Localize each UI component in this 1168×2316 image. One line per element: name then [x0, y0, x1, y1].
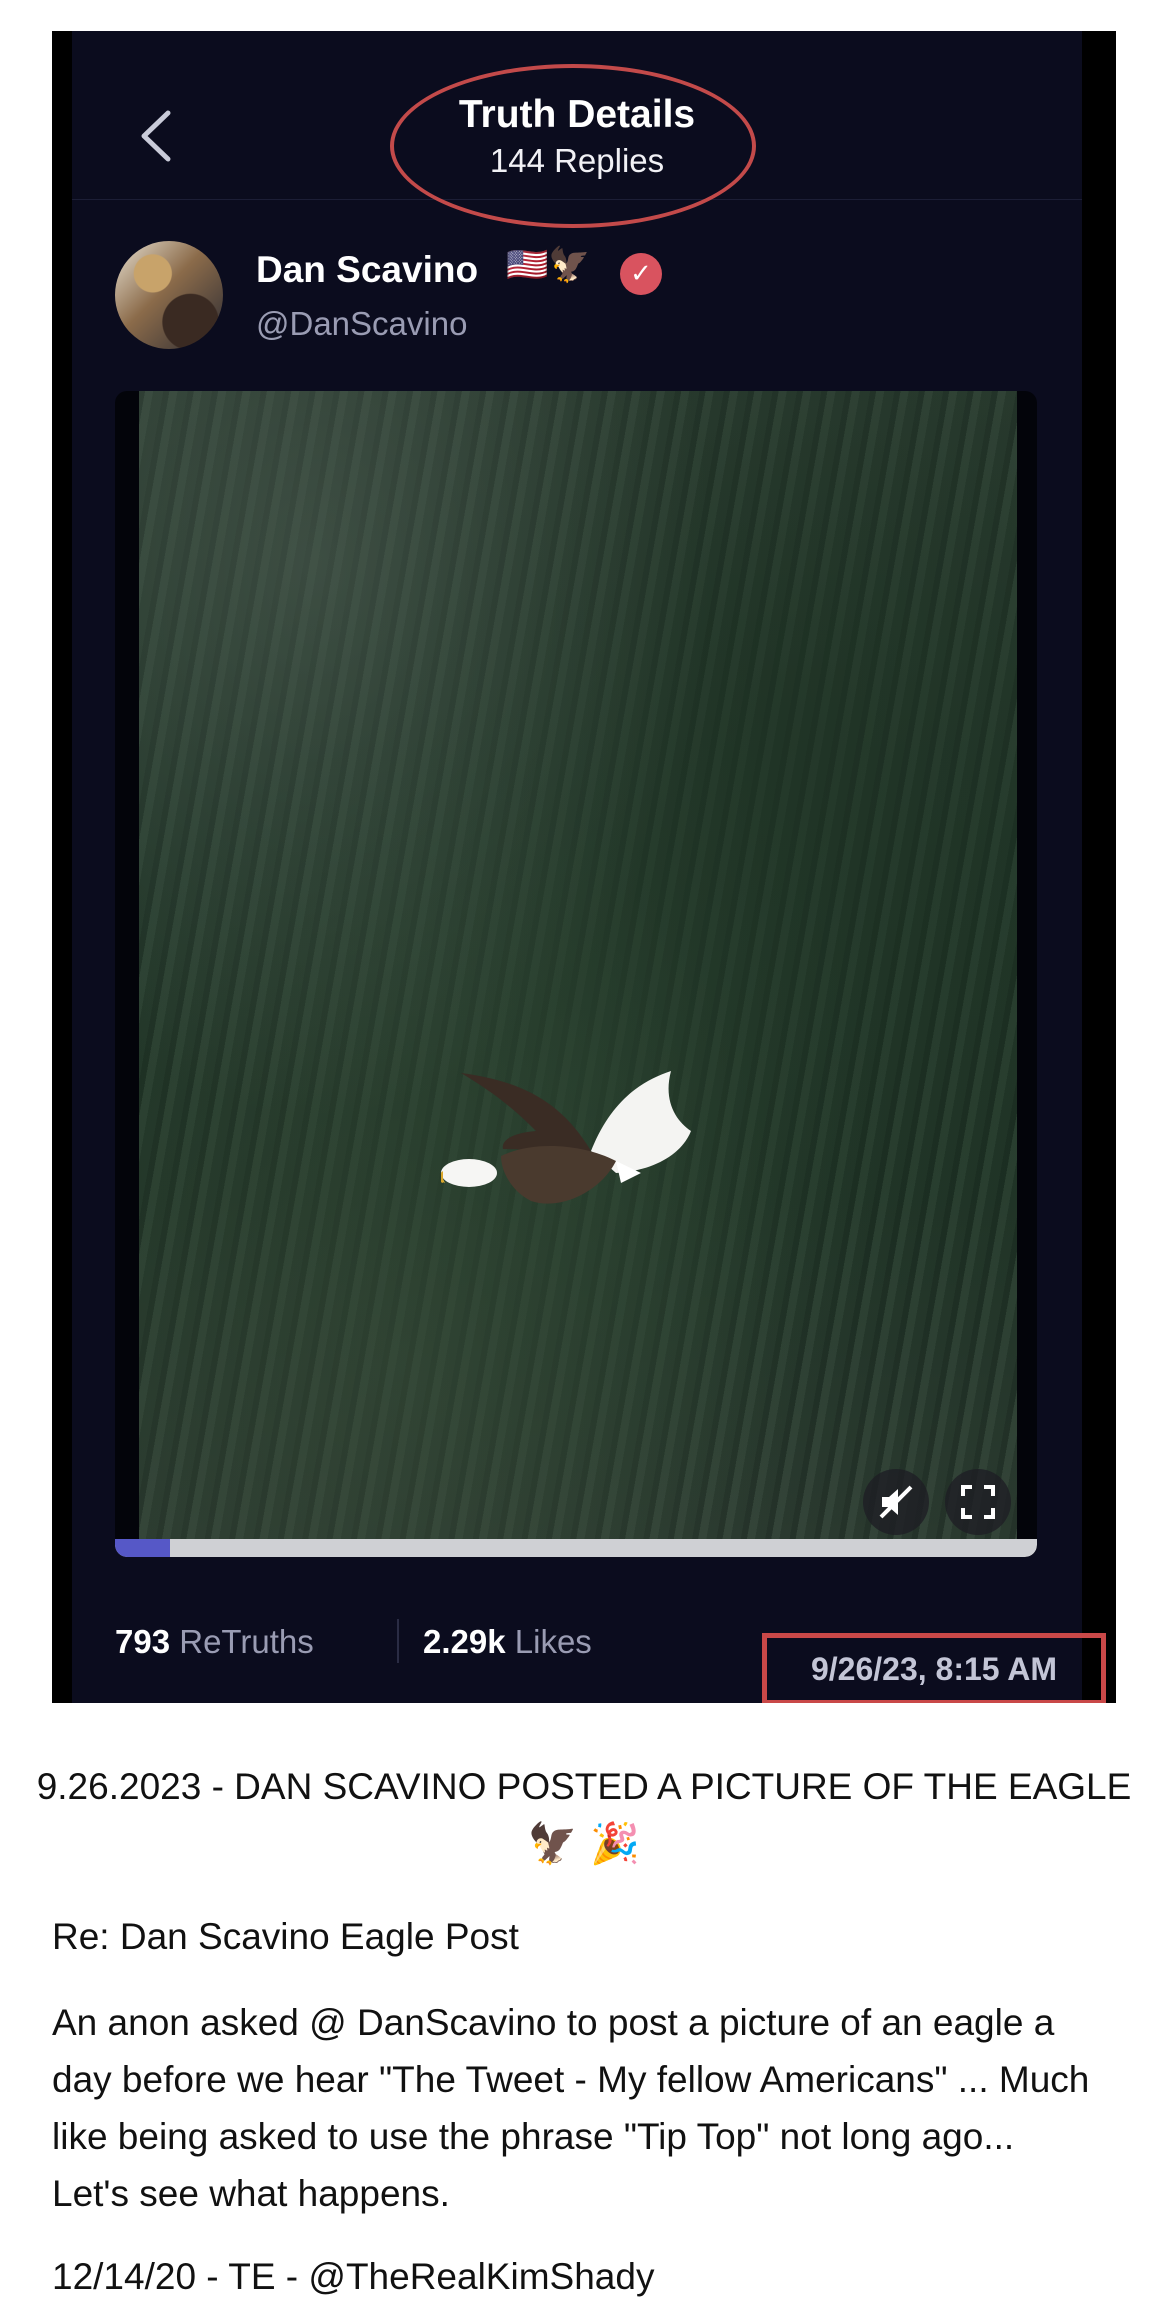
post-timestamp: 9/26/23, 8:15 AM — [762, 1633, 1106, 1703]
likes-stat[interactable]: 2.29k Likes — [423, 1623, 592, 1661]
screenshot-border-right — [1082, 31, 1116, 1703]
fullscreen-icon — [961, 1485, 995, 1519]
retruths-stat[interactable]: 793 ReTruths — [115, 1623, 314, 1661]
author-handle[interactable]: @DanScavino — [256, 305, 467, 343]
caption-body-line: Let's see what happens. — [52, 2173, 450, 2214]
mute-button[interactable] — [863, 1469, 929, 1535]
video-progress-bar[interactable] — [115, 1539, 1037, 1557]
retruths-count: 793 — [115, 1623, 171, 1660]
stats-divider — [397, 1619, 399, 1663]
truth-social-screenshot: Truth Details 144 Replies Dan Scavino 🇺🇸… — [52, 31, 1116, 1703]
title-highlight-circle — [390, 64, 756, 228]
screenshot-border-left — [52, 31, 72, 1703]
mute-icon — [879, 1485, 913, 1519]
verified-icon: ✓ — [620, 253, 662, 295]
caption-body: An anon asked @ DanScavino to post a pic… — [52, 1994, 1132, 2222]
avatar[interactable] — [115, 241, 223, 349]
caption-headline: 9.26.2023 - DAN SCAVINO POSTED A PICTURE… — [36, 1766, 1132, 1807]
likes-count: 2.29k — [423, 1623, 506, 1660]
caption-body-line: day before we hear "The Tweet - My fello… — [52, 2059, 1090, 2100]
video-frame[interactable] — [139, 391, 1017, 1539]
caption-re-line: Re: Dan Scavino Eagle Post — [52, 1916, 519, 1957]
caption-body-line: An anon asked @ DanScavino to post a pic… — [52, 2002, 1055, 2043]
author-name-emojis: 🇺🇸🦅 — [506, 245, 591, 285]
retruths-label: ReTruths — [179, 1623, 314, 1660]
caption-body-line: like being asked to use the phrase "Tip … — [52, 2116, 1015, 2157]
video-progress-fill — [115, 1539, 171, 1557]
video-player[interactable] — [115, 391, 1037, 1557]
caption-signature: 12/14/20 - TE - @TheRealKimShady — [52, 2256, 655, 2297]
likes-label: Likes — [514, 1623, 592, 1660]
fullscreen-button[interactable] — [945, 1469, 1011, 1535]
bald-eagle-image — [441, 1071, 691, 1204]
caption-headline-emoji: 🦅 🎉 — [527, 1821, 641, 1867]
author-name[interactable]: Dan Scavino — [256, 249, 478, 291]
